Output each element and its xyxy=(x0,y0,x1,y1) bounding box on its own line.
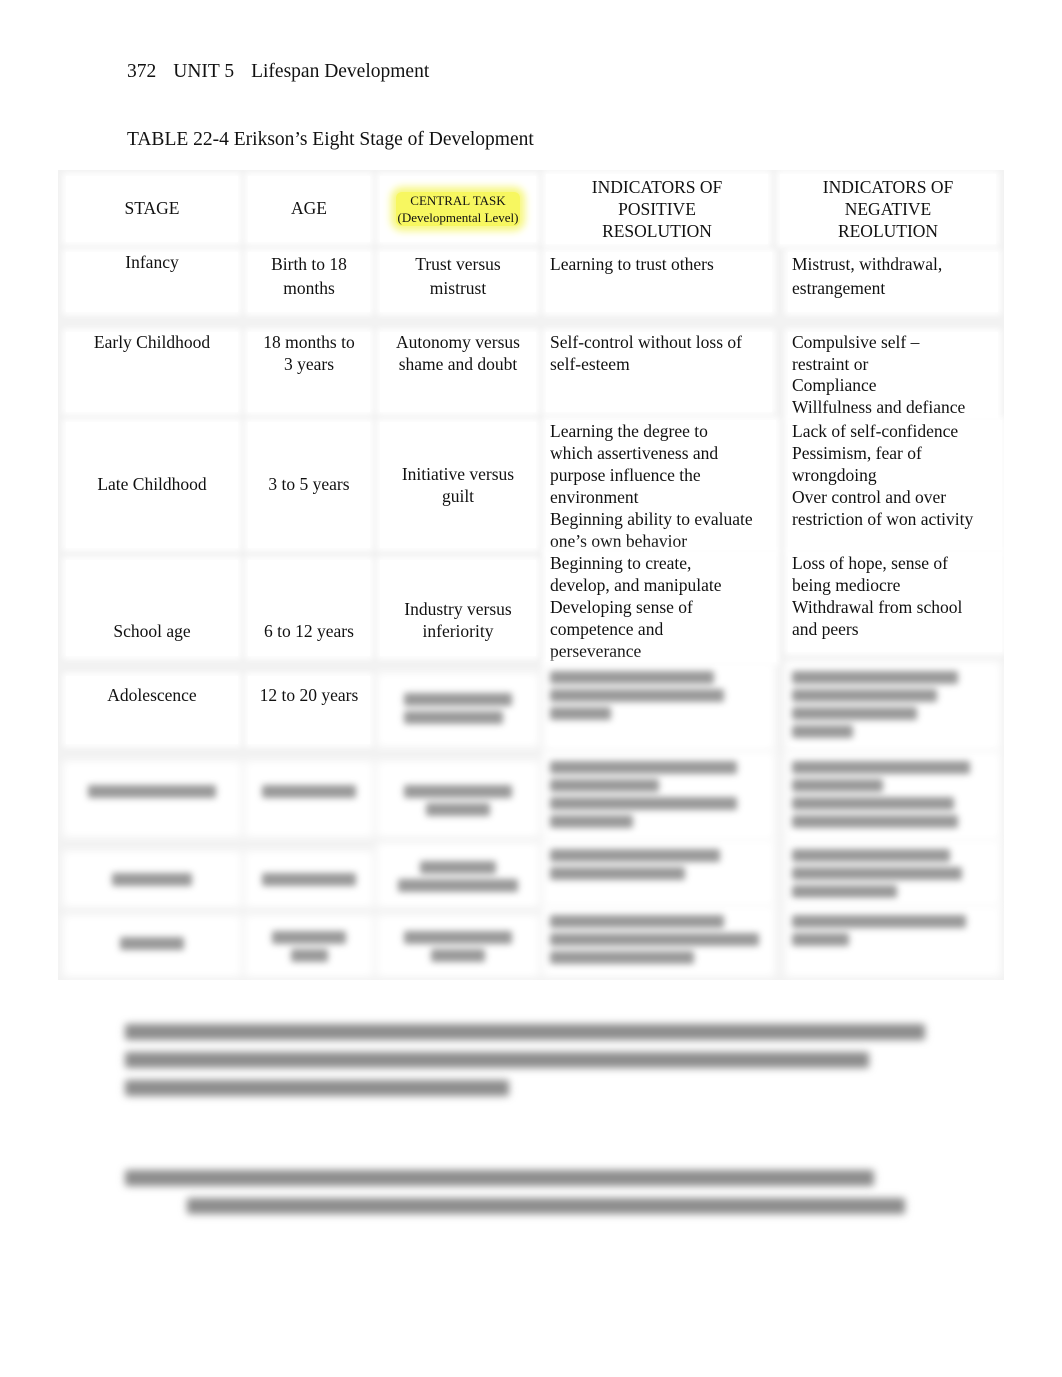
section-title: Lifespan Development xyxy=(251,61,430,82)
cell-task: Autonomy versus shame and doubt xyxy=(380,332,536,412)
cell-positive: Learning the degree to which assertivene… xyxy=(546,420,776,551)
cell-task: Trust versus mistrust xyxy=(380,252,536,312)
cell-age: 3 to 5 years xyxy=(248,422,370,548)
reference-blurred xyxy=(125,1158,905,1226)
cell-stage: School age xyxy=(66,560,238,656)
cell-positive-blurred xyxy=(546,664,772,748)
cell-age: 12 to 20 years xyxy=(248,676,370,744)
cell-task: Initiative versus guilt xyxy=(380,422,536,548)
cell-negative-blurred xyxy=(788,664,998,748)
header-central-task: CENTRAL TASK (Developmental Level) xyxy=(380,176,536,242)
central-task-highlight: CENTRAL TASK (Developmental Level) xyxy=(395,192,521,226)
cell-stage: Infancy xyxy=(66,252,238,312)
cell-age: Birth to 18 months xyxy=(248,252,370,312)
unit-label: UNIT 5 xyxy=(173,61,235,82)
cell-age: 6 to 12 years xyxy=(248,560,370,656)
cell-stage: Early Childhood xyxy=(66,332,238,412)
page-number: 372 xyxy=(127,61,157,82)
running-head: 372 UNIT 5 Lifespan Development xyxy=(127,61,446,83)
header-central-task-label: CENTRAL TASK xyxy=(410,193,506,208)
table-title: TABLE 22-4 Erikson’s Eight Stage of Deve… xyxy=(127,129,534,150)
cell-positive: Beginning to create, develop, and manipu… xyxy=(546,552,776,662)
cell-negative: Loss of hope, sense of being mediocre Wi… xyxy=(788,552,1002,652)
cell-task: Industry versus inferiority xyxy=(380,560,536,656)
cell-age: 18 months to 3 years xyxy=(248,332,370,412)
cell-negative: Mistrust, withdrawal, estrangement xyxy=(788,252,998,312)
cell-stage: Adolescence xyxy=(66,676,238,744)
cell-task-blurred xyxy=(380,676,536,744)
header-positive: INDICATORS OF POSITIVE RESOLUTION xyxy=(546,174,768,244)
cell-negative: Lack of self-confidence Pessimism, fear … xyxy=(788,420,1002,550)
cell-stage: Late Childhood xyxy=(66,422,238,548)
cell-negative: Compulsive self – restraint or Complianc… xyxy=(788,332,998,418)
header-age: AGE xyxy=(248,176,370,242)
header-central-task-sublabel: (Developmental Level) xyxy=(397,210,519,225)
header-stage: STAGE xyxy=(66,176,238,242)
header-negative: INDICATORS OF NEGATIVE REOLUTION xyxy=(780,174,996,244)
cell-positive: Learning to trust others xyxy=(546,252,772,312)
erikson-table: STAGE AGE CENTRAL TASK (Developmental Le… xyxy=(58,170,1004,980)
cell-positive: Self-control without loss of self-esteem xyxy=(546,332,772,412)
source-note-blurred xyxy=(125,1012,925,1108)
